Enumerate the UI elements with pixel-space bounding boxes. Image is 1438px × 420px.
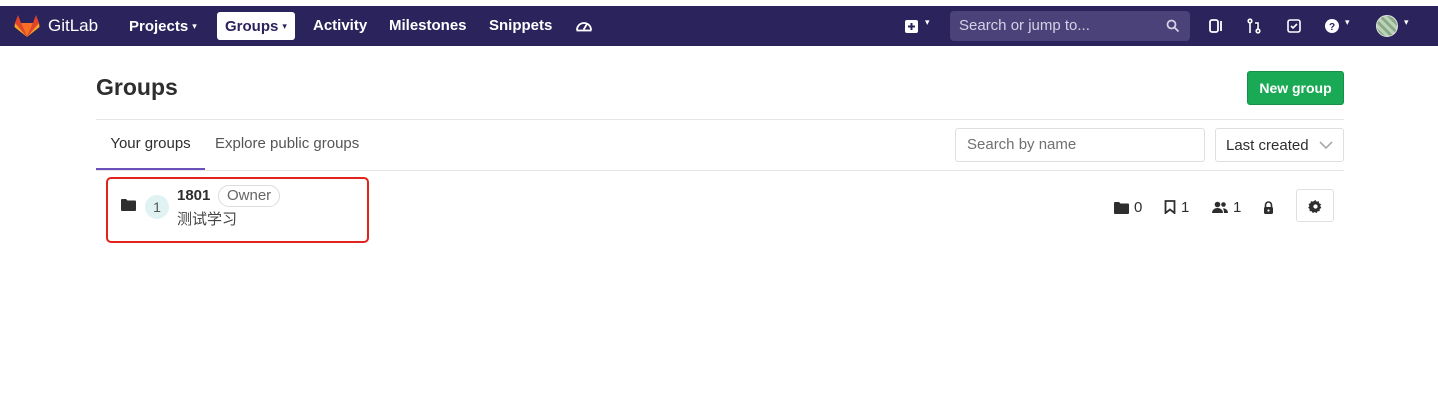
subgroups-count: 0 (1114, 197, 1142, 217)
global-search-input[interactable]: Search or jump to... (950, 11, 1190, 41)
issues-check-icon[interactable] (1284, 16, 1304, 36)
projects-count-value: 1 (1181, 198, 1190, 216)
nav-activity-label: Activity (313, 17, 368, 34)
merge-request-icon[interactable] (1244, 16, 1264, 36)
bookmark-icon (1164, 200, 1176, 214)
group-settings-button[interactable] (1296, 189, 1334, 222)
chevron-down-icon: ▾ (282, 21, 287, 31)
filter-search-input[interactable]: Search by name (955, 128, 1205, 162)
members-count-value: 1 (1233, 198, 1242, 216)
brand-name: GitLab (48, 16, 99, 35)
plus-square-icon[interactable] (902, 16, 922, 36)
page-title: Groups (96, 74, 178, 100)
help-icon[interactable]: ? (1322, 16, 1342, 36)
folder-icon (1114, 201, 1129, 214)
nav-milestones-label: Milestones (389, 17, 467, 34)
nav-projects[interactable]: Projects ▾ (121, 12, 205, 40)
nav-milestones[interactable]: Milestones (381, 12, 475, 40)
gear-icon (1308, 199, 1322, 214)
tab-explore-public-groups[interactable]: Explore public groups (215, 120, 359, 170)
chevron-down-icon[interactable]: ▾ (925, 17, 930, 28)
users-icon (1212, 201, 1228, 213)
global-search-placeholder: Search or jump to... (959, 17, 1090, 34)
chevron-down-icon (1319, 141, 1333, 150)
user-avatar[interactable] (1376, 15, 1398, 37)
sort-dropdown-label: Last created (1226, 137, 1309, 154)
new-group-button[interactable]: New group (1247, 71, 1344, 105)
nav-activity[interactable]: Activity (305, 12, 375, 40)
nav-groups[interactable]: Groups ▾ (217, 12, 295, 40)
nav-projects-label: Projects (129, 18, 189, 35)
dashboard-icon[interactable] (574, 16, 594, 36)
subgroups-count-value: 0 (1134, 198, 1143, 216)
search-icon (1166, 19, 1180, 33)
highlight-box (106, 177, 369, 243)
chevron-down-icon[interactable]: ▾ (1345, 17, 1350, 28)
members-count: 1 (1212, 197, 1241, 217)
tab-your-groups[interactable]: Your groups (96, 120, 205, 170)
lock-icon (1264, 200, 1273, 214)
nav-snippets[interactable]: Snippets (481, 12, 560, 40)
gitlab-logo-icon (14, 15, 40, 37)
sort-dropdown[interactable]: Last created (1215, 128, 1344, 162)
gitlab-brand[interactable]: GitLab (14, 14, 98, 38)
nav-snippets-label: Snippets (489, 17, 553, 34)
visibility-indicator (1263, 197, 1274, 217)
chevron-down-icon[interactable]: ▾ (1404, 17, 1409, 28)
filter-search-placeholder: Search by name (967, 136, 1077, 153)
chevron-down-icon: ▾ (192, 21, 197, 31)
svg-text:?: ? (1329, 22, 1335, 33)
top-navbar: GitLab Projects ▾ Groups ▾ Activity Milest… (0, 6, 1438, 46)
divider (96, 170, 1344, 171)
todo-list-icon[interactable] (1206, 16, 1226, 36)
projects-count: 1 (1164, 197, 1189, 217)
nav-groups-label: Groups (225, 18, 279, 35)
